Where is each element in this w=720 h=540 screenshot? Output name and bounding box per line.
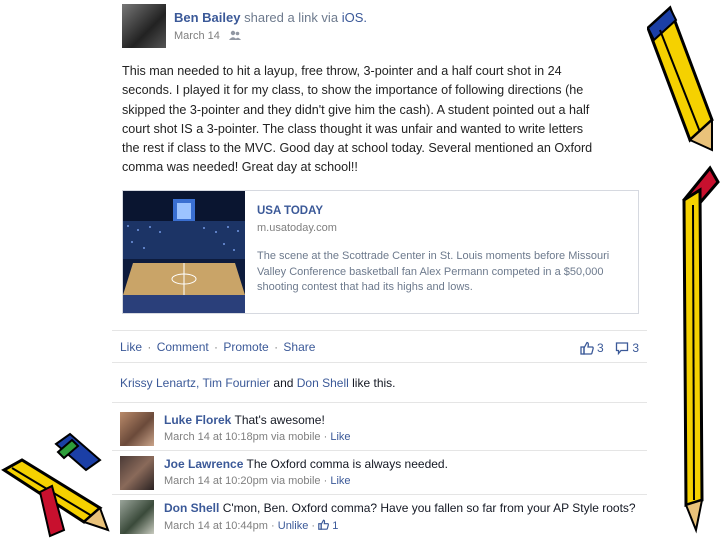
promote-link[interactable]: Promote xyxy=(223,340,268,354)
like-link[interactable]: Like xyxy=(120,340,142,354)
separator: · xyxy=(271,520,278,532)
pencil-icon-left xyxy=(1,432,110,538)
thumbs-up-icon[interactable] xyxy=(318,519,330,530)
arena-photo-image xyxy=(123,191,245,313)
comment-item: Luke Florek That's awesome! March 14 at … xyxy=(120,412,640,452)
comment-item: Joe Lawrence The Oxford comma is always … xyxy=(120,456,640,496)
thumbs-up-icon[interactable] xyxy=(579,341,594,355)
link-attachment[interactable]: USA TODAY m.usatoday.com The scene at th… xyxy=(122,190,639,314)
description-line: The scene at the Scottrade Center in St.… xyxy=(257,250,610,262)
message-line: seconds. I played it for my class, to sh… xyxy=(122,83,584,98)
author-line: Ben Bailey shared a link via iOS. xyxy=(174,10,367,25)
message-line: the rest if class to the MVC. Good day a… xyxy=(122,141,593,156)
divider xyxy=(112,402,647,403)
liker-last[interactable]: Don Shell xyxy=(297,376,349,390)
comment-bubble-icon[interactable] xyxy=(615,341,629,356)
message-line: This man needed to hit a layup, free thr… xyxy=(122,64,562,78)
divider xyxy=(112,494,647,495)
message-line: skipped the 3-pointer and they didn't gi… xyxy=(122,102,590,117)
author-name[interactable]: Ben Bailey xyxy=(174,10,240,25)
commenter-avatar[interactable] xyxy=(120,500,154,534)
attachment-description: The scene at the Scottrade Center in St.… xyxy=(257,249,627,296)
comment-author[interactable]: Don Shell xyxy=(164,501,219,515)
comment-item: Don Shell C'mon, Ben. Oxford comma? Have… xyxy=(120,500,640,540)
facebook-post: Ben Bailey shared a link via iOS. March … xyxy=(112,0,647,540)
likes-summary: Krissy Lenartz, Tim Fournier and Don She… xyxy=(120,376,396,390)
comment-author[interactable]: Joe Lawrence xyxy=(164,457,243,471)
post-header: Ben Bailey shared a link via iOS. March … xyxy=(122,4,642,48)
comment-like-link[interactable]: Like xyxy=(330,431,350,443)
divider xyxy=(112,450,647,451)
comment-time[interactable]: March 14 at 10:44pm xyxy=(164,520,268,532)
pencil-icon-bottom xyxy=(682,165,720,534)
comment-time[interactable]: March 14 at 10:20pm via mobile xyxy=(164,475,321,487)
likes-suffix: like this. xyxy=(352,376,396,390)
message-line: comma was needed! Great day at school!! xyxy=(122,160,358,175)
comment-unlike-link[interactable]: Unlike xyxy=(278,520,309,532)
attachment-source[interactable]: USA TODAY xyxy=(257,205,323,217)
comment-meta: March 14 at 10:44pm · Unlike · 1 xyxy=(164,519,338,532)
divider xyxy=(112,362,647,363)
comment-time[interactable]: March 14 at 10:18pm via mobile xyxy=(164,431,321,443)
comment-body: Don Shell C'mon, Ben. Oxford comma? Have… xyxy=(164,501,636,515)
comment-meta: March 14 at 10:20pm via mobile · Like xyxy=(164,475,351,487)
attachment-domain: m.usatoday.com xyxy=(257,222,337,234)
platform-link[interactable]: iOS. xyxy=(342,10,367,25)
comment-meta: March 14 at 10:18pm via mobile · Like xyxy=(164,431,351,443)
comment-body: Joe Lawrence The Oxford comma is always … xyxy=(164,457,448,471)
engagement-counts: 3 3 xyxy=(579,340,639,356)
pencil-icon-top xyxy=(646,5,714,152)
comment-body: Luke Florek That's awesome! xyxy=(164,413,325,427)
likers-names[interactable]: Krissy Lenartz, Tim Fournier xyxy=(120,376,270,390)
comment-link[interactable]: Comment xyxy=(157,340,209,354)
comment-author[interactable]: Luke Florek xyxy=(164,413,231,427)
separator: · xyxy=(311,520,319,532)
comment-like-count[interactable]: 1 xyxy=(332,520,338,532)
comment-like-link[interactable]: Like xyxy=(330,475,350,487)
attachment-thumbnail[interactable] xyxy=(123,191,245,313)
likers-and: and xyxy=(273,376,294,390)
comment-text: The Oxford comma is always needed. xyxy=(246,457,448,471)
separator: · xyxy=(144,340,155,354)
comment-text: C'mon, Ben. Oxford comma? Have you falle… xyxy=(222,501,636,515)
divider xyxy=(112,330,647,331)
post-message: This man needed to hit a layup, free thr… xyxy=(122,62,632,178)
description-line: shooting contest that had its highs and … xyxy=(257,281,473,293)
comment-count[interactable]: 3 xyxy=(632,341,639,355)
pencil-clipart-right xyxy=(646,5,720,534)
post-actions: Like · Comment · Promote · Share xyxy=(120,340,315,354)
share-verb: shared a link via xyxy=(244,10,339,25)
share-link[interactable]: Share xyxy=(283,340,315,354)
message-line: court shot IS a 3-pointer. The class tho… xyxy=(122,121,584,136)
description-line: Valley Conference basketball fan Alex Pe… xyxy=(257,265,604,278)
post-date-line: March 14 xyxy=(174,30,241,42)
separator: · xyxy=(270,340,282,354)
separator: · xyxy=(210,340,222,354)
audience-friends-icon[interactable] xyxy=(228,30,241,40)
commenter-avatar[interactable] xyxy=(120,412,154,446)
pencil-clipart-left xyxy=(1,432,110,538)
like-count[interactable]: 3 xyxy=(597,341,604,355)
post-date[interactable]: March 14 xyxy=(174,30,220,42)
author-avatar[interactable] xyxy=(122,4,166,48)
commenter-avatar[interactable] xyxy=(120,456,154,490)
comment-text: That's awesome! xyxy=(234,413,325,427)
